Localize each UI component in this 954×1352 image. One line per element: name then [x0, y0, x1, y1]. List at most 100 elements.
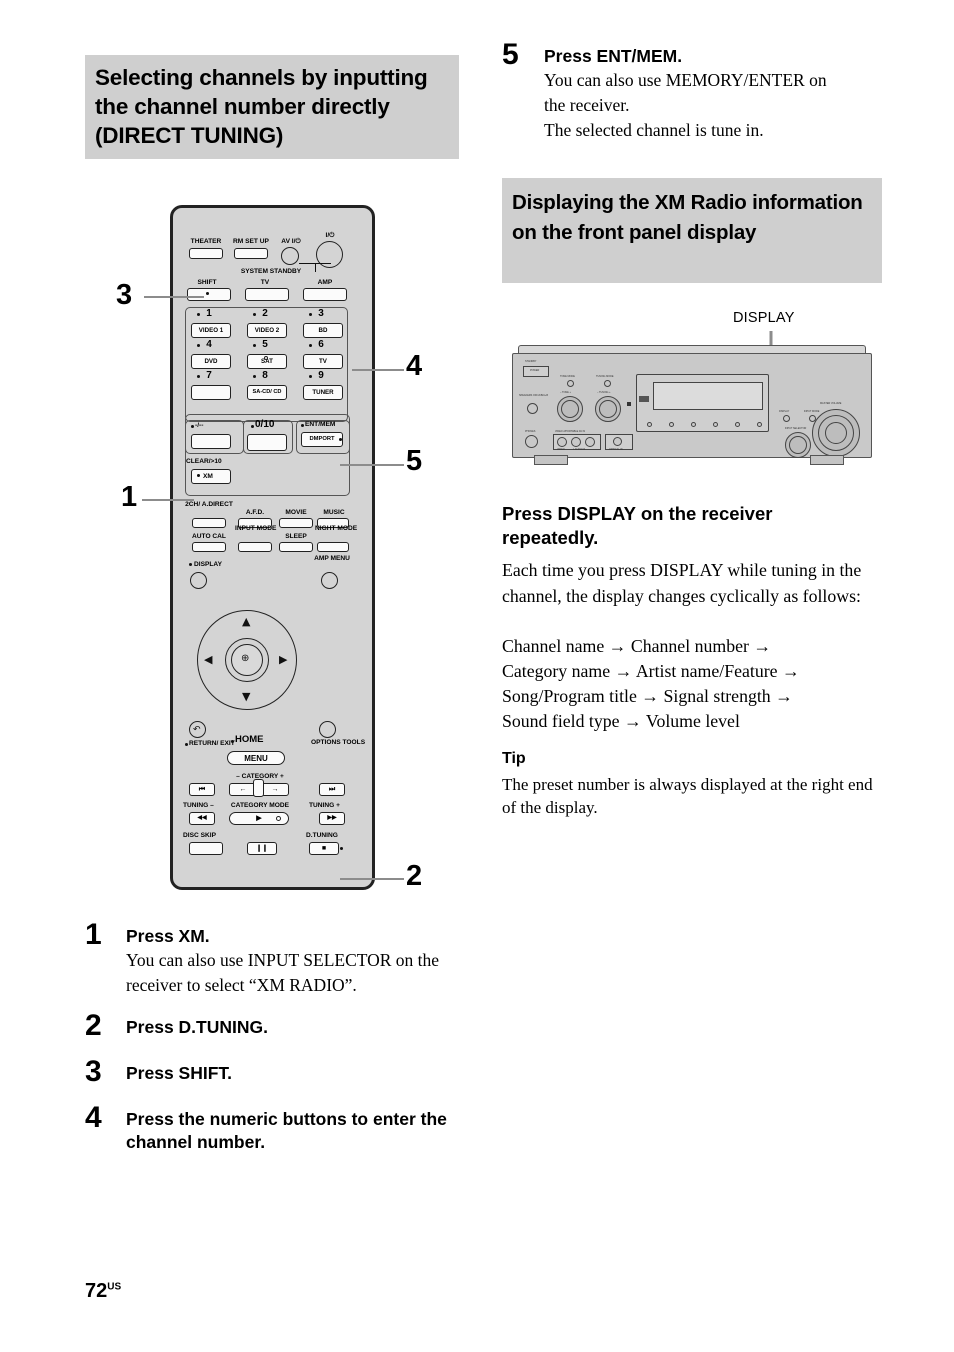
video2-button[interactable]: VIDEO 2	[247, 323, 287, 338]
tone-micro-label: – TONE +	[560, 391, 571, 394]
pause-button[interactable]: ❙❙	[247, 842, 277, 855]
two-ch-adirect-button[interactable]	[192, 518, 226, 528]
sleep-button[interactable]	[279, 542, 313, 552]
theater-button[interactable]	[189, 248, 223, 259]
forward-button[interactable]: ▶▶	[319, 812, 345, 825]
return-arrow-icon: ↶	[193, 725, 201, 735]
sat-tactile-dot	[264, 356, 268, 360]
page-number: 72US	[85, 1280, 121, 1303]
callout-1: 1	[121, 481, 138, 513]
tv-input-button[interactable]: TV	[303, 354, 343, 369]
tuner-button[interactable]: TUNER	[303, 385, 343, 400]
receiver-foot-left	[534, 455, 568, 465]
video1-button[interactable]: VIDEO 1	[191, 323, 231, 338]
shift-button[interactable]	[187, 288, 231, 301]
step-1-title: Press XM.	[126, 926, 210, 946]
display-receiver-button[interactable]	[783, 415, 790, 422]
night-mode-button[interactable]	[317, 542, 349, 552]
tip-body: The preset number is always displayed at…	[502, 775, 873, 817]
category-center-cap	[253, 779, 264, 797]
display-cycle-line-1: Channel name → Channel number →	[502, 636, 772, 656]
input-mode-micro-label: INPUT MODE	[804, 410, 820, 413]
indicator-2	[669, 422, 674, 427]
sleep-label: SLEEP	[285, 533, 307, 540]
receiver-foot-right	[810, 455, 844, 465]
category-plus-button[interactable]: →	[261, 783, 289, 796]
num5-label: 5	[262, 339, 268, 350]
receiver-front-panel-illustration: STANDBY POWER SPEAKERS OFF/A/B/A+B PHONE…	[512, 345, 872, 470]
bd-button[interactable]: BD	[303, 323, 343, 338]
step-4: 4 Press the numeric buttons to enter the…	[85, 1103, 485, 1154]
amp-mode-button[interactable]	[303, 288, 347, 301]
rm-set-up-button[interactable]	[234, 248, 268, 259]
num3-label: 3	[318, 308, 324, 319]
main-power-label: I/⏻	[325, 232, 335, 239]
audio-jacks-micro-label: L AUDIO R	[573, 448, 586, 451]
d-tuning-button[interactable]: ■	[309, 842, 339, 855]
callout-3-leader	[144, 296, 204, 298]
indicator-5	[735, 422, 740, 427]
options-tools-button[interactable]	[319, 721, 336, 738]
input-mode-button[interactable]	[238, 542, 272, 552]
speakers-button[interactable]	[527, 403, 538, 414]
indicator-1	[647, 422, 652, 427]
rewind-button[interactable]: ◀◀	[189, 812, 215, 825]
tone-knob-inner	[561, 400, 579, 418]
dvd-button[interactable]: DVD	[191, 354, 231, 369]
step-1-body: You can also use INPUT SELECTOR on the r…	[126, 950, 440, 995]
navigation-pad[interactable]: ▲ ▼ ◀ ▶ ⊕	[197, 610, 297, 710]
step-5-body-line-2: the receiver.	[544, 95, 630, 115]
amp-menu-button[interactable]	[321, 572, 338, 589]
tuning-mode-button[interactable]	[604, 380, 611, 387]
tv-mode-button[interactable]	[245, 288, 289, 301]
input-selector-knob-inner	[789, 436, 807, 454]
av-power-button[interactable]	[281, 247, 299, 265]
disc-skip-button[interactable]	[189, 842, 223, 855]
navpad-left-icon[interactable]: ◀	[204, 654, 212, 665]
amp-mode-label: AMP	[317, 279, 333, 286]
sacd-cd-button[interactable]: SA-CD/ CD	[247, 385, 287, 400]
step-5-body-line-3: The selected channel is tune in.	[544, 120, 764, 140]
tuning-knob-inner	[599, 400, 617, 418]
next-track-button[interactable]: ⏭	[319, 783, 345, 796]
right-section-heading: Displaying the XM Radio information on t…	[502, 178, 882, 283]
tone-mode-button[interactable]	[567, 380, 574, 387]
navpad-enter-icon: ⊕	[241, 653, 250, 664]
movie-button[interactable]	[279, 518, 313, 528]
num9-label: 9	[318, 370, 324, 381]
remote-body: THEATER RM SET UP AV I/⏻ I/⏻ SYSTEM STAN…	[170, 205, 375, 890]
master-volume-micro-label: MASTER VOLUME	[820, 402, 842, 405]
num7-label: 7	[206, 370, 212, 381]
navpad-down-icon[interactable]: ▼	[242, 691, 250, 702]
power-micro-label: POWER	[530, 369, 540, 372]
num2-label: 2	[262, 308, 268, 319]
navpad-right-icon[interactable]: ▶	[279, 654, 287, 665]
afd-label: A.F.D.	[245, 509, 265, 516]
display-screen	[653, 382, 763, 410]
menu-button[interactable]: MENU	[227, 751, 285, 765]
button-7[interactable]	[191, 385, 231, 400]
video-jack-micro-label: VIDEO	[557, 448, 565, 451]
receiver-chassis: STANDBY POWER SPEAKERS OFF/A/B/A+B PHONE…	[512, 353, 872, 458]
tv-mode-label: TV	[260, 279, 270, 286]
prev-track-button[interactable]: ⏮	[189, 783, 215, 796]
display-button[interactable]	[190, 572, 207, 589]
display-receiver-micro-label: DISPLAY	[779, 410, 790, 413]
num6-label: 6	[318, 339, 324, 350]
theater-label: THEATER	[190, 238, 222, 245]
page-number-value: 72	[85, 1280, 108, 1302]
step-1-number: 1	[85, 918, 102, 951]
callout-2: 2	[406, 860, 423, 892]
step-4-number: 4	[85, 1101, 102, 1134]
auto-cal-button[interactable]	[192, 542, 226, 552]
step-5-body-line-1: You can also use MEMORY/ENTER on	[544, 70, 827, 90]
return-exit-dot	[185, 743, 189, 747]
num8-label: 8	[262, 370, 268, 381]
navpad-up-icon[interactable]: ▲	[242, 616, 250, 627]
audio-l-jack	[571, 437, 581, 447]
auto-cal-label: AUTO CAL	[192, 533, 226, 540]
display-cycle-line-3: Song/Program title → Signal strength →	[502, 686, 793, 706]
step-3-title: Press SHIFT.	[126, 1063, 233, 1083]
step-5-number: 5	[502, 38, 519, 71]
step-4-title: Press the numeric buttons to enter the c…	[126, 1109, 447, 1152]
